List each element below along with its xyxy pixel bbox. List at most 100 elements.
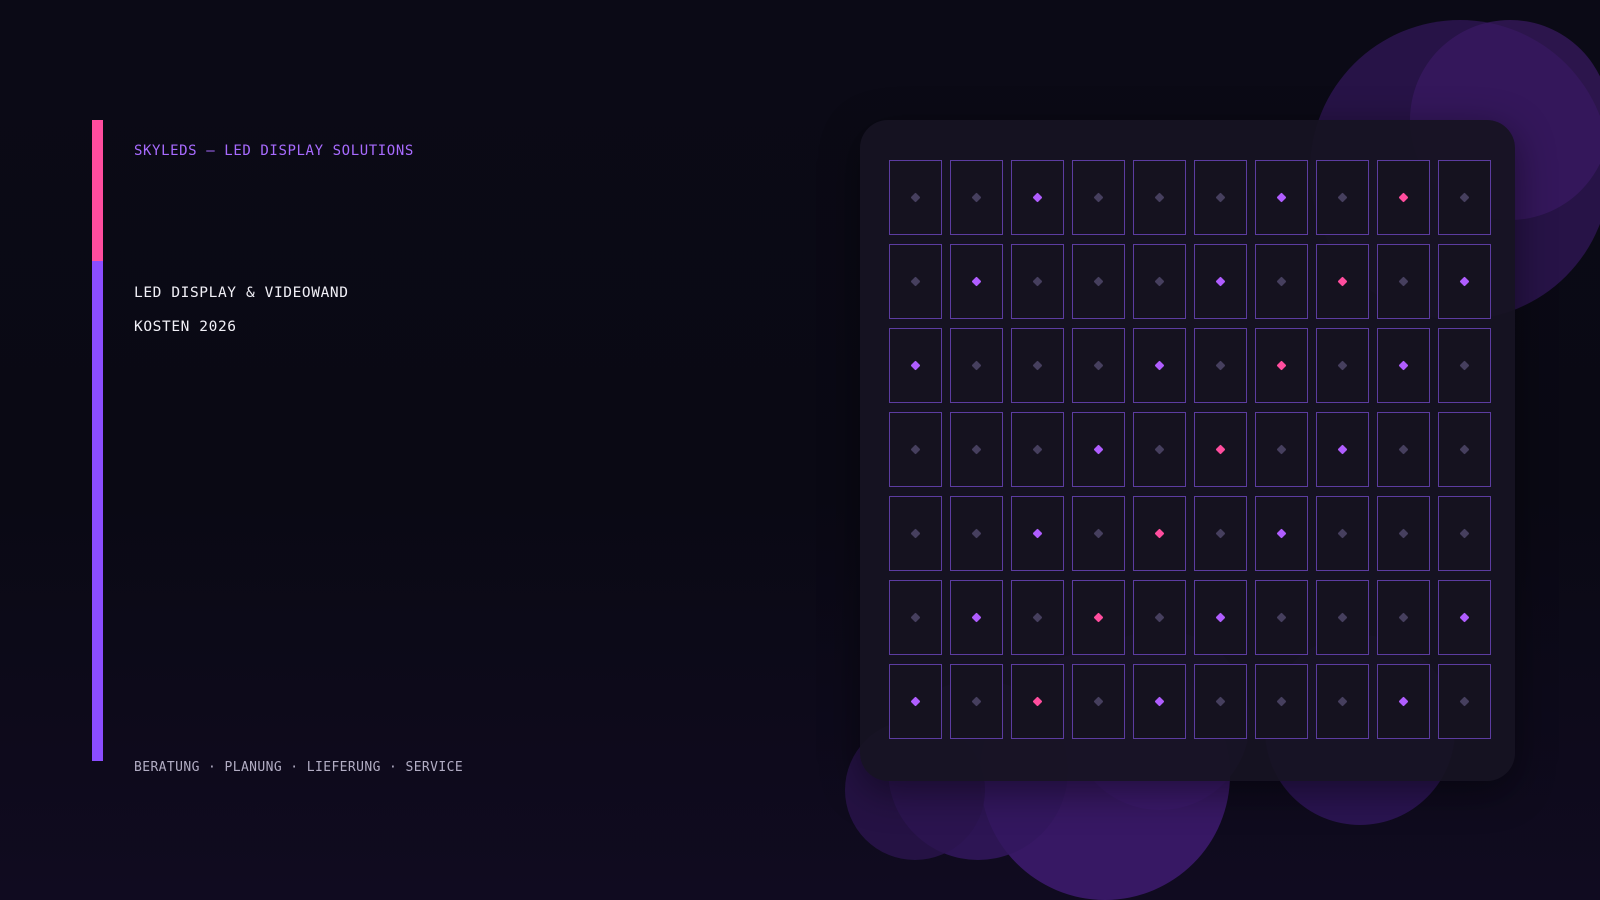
led-dot	[1093, 276, 1104, 287]
led-cell	[1377, 496, 1430, 571]
led-dot	[1337, 192, 1348, 203]
led-cell	[1133, 244, 1186, 319]
led-dot	[1215, 528, 1226, 539]
led-cell	[1072, 328, 1125, 403]
led-dot	[1215, 444, 1226, 455]
led-dot	[1459, 528, 1470, 539]
led-cell	[1316, 328, 1369, 403]
led-dot	[1032, 696, 1043, 707]
led-cell	[1133, 412, 1186, 487]
led-dot	[1032, 612, 1043, 623]
led-cell	[1255, 496, 1308, 571]
led-cell	[1011, 580, 1064, 655]
led-dot	[910, 444, 921, 455]
led-dot	[1276, 528, 1287, 539]
led-dot	[1093, 444, 1104, 455]
led-dot	[1154, 360, 1165, 371]
led-cell	[1377, 664, 1430, 739]
led-cell	[1438, 496, 1491, 571]
led-dot	[1215, 696, 1226, 707]
led-cell	[1011, 328, 1064, 403]
led-cell	[889, 580, 942, 655]
led-cell	[1133, 580, 1186, 655]
led-dot	[1093, 696, 1104, 707]
led-cell	[1377, 244, 1430, 319]
title-line-1: LED DISPLAY & VIDEOWAND	[134, 285, 349, 301]
led-dot	[1093, 612, 1104, 623]
led-cell	[1316, 244, 1369, 319]
led-cell	[950, 664, 1003, 739]
led-dot	[1337, 612, 1348, 623]
led-cell	[1194, 580, 1247, 655]
led-dot	[1032, 360, 1043, 371]
led-dot	[1032, 444, 1043, 455]
led-dot	[1154, 696, 1165, 707]
led-cell	[1438, 664, 1491, 739]
led-cell	[889, 244, 942, 319]
led-cell	[1072, 496, 1125, 571]
title-line-2: KOSTEN 2026	[134, 319, 237, 335]
led-dot	[1032, 528, 1043, 539]
page-title: LED DISPLAY & VIDEOWAND KOSTEN 2026	[134, 276, 349, 344]
led-dot	[1459, 696, 1470, 707]
led-cell	[1377, 328, 1430, 403]
led-dot	[1337, 276, 1348, 287]
led-cell	[1011, 664, 1064, 739]
services-footer: BERATUNG · PLANUNG · LIEFERUNG · SERVICE	[134, 760, 464, 775]
brand-tagline: SKYLEDS — LED DISPLAY SOLUTIONS	[134, 143, 414, 159]
led-cell	[889, 496, 942, 571]
led-cell	[1011, 412, 1064, 487]
led-cell	[1316, 412, 1369, 487]
led-cell	[1316, 160, 1369, 235]
led-dot	[1398, 276, 1409, 287]
led-cell	[1316, 580, 1369, 655]
led-cell	[1438, 328, 1491, 403]
led-dot	[1398, 192, 1409, 203]
led-cell	[1072, 412, 1125, 487]
led-cell	[950, 160, 1003, 235]
led-dot	[910, 696, 921, 707]
led-cell	[1377, 160, 1430, 235]
led-cell	[1011, 496, 1064, 571]
led-dot	[1154, 444, 1165, 455]
led-dot	[1459, 360, 1470, 371]
led-dot	[971, 696, 982, 707]
led-cell	[1377, 412, 1430, 487]
led-dot	[910, 360, 921, 371]
led-dot	[1459, 276, 1470, 287]
led-cell	[1133, 328, 1186, 403]
led-dot	[971, 528, 982, 539]
led-dot	[1337, 696, 1348, 707]
led-dot	[1398, 528, 1409, 539]
led-dot	[910, 276, 921, 287]
led-dot	[1215, 192, 1226, 203]
led-cell	[1133, 496, 1186, 571]
led-cell	[1438, 412, 1491, 487]
led-dot	[1459, 192, 1470, 203]
led-dot	[1337, 360, 1348, 371]
led-dot	[1337, 444, 1348, 455]
led-dot	[971, 276, 982, 287]
led-cell	[1255, 412, 1308, 487]
led-cell	[1255, 244, 1308, 319]
led-cell	[950, 244, 1003, 319]
led-dot	[971, 360, 982, 371]
led-dot	[1337, 528, 1348, 539]
led-dot	[1093, 360, 1104, 371]
led-cell	[1194, 496, 1247, 571]
led-dot	[910, 192, 921, 203]
led-cell	[1438, 580, 1491, 655]
led-cell	[1011, 244, 1064, 319]
led-dot	[1215, 276, 1226, 287]
led-cell	[1072, 580, 1125, 655]
led-dot	[1032, 192, 1043, 203]
led-dot	[1154, 528, 1165, 539]
led-dot	[1398, 612, 1409, 623]
led-dot	[910, 612, 921, 623]
led-dot	[1154, 276, 1165, 287]
led-cell	[1255, 328, 1308, 403]
led-cell	[1194, 664, 1247, 739]
led-cell	[1194, 328, 1247, 403]
led-cell	[1255, 664, 1308, 739]
led-dot	[971, 444, 982, 455]
